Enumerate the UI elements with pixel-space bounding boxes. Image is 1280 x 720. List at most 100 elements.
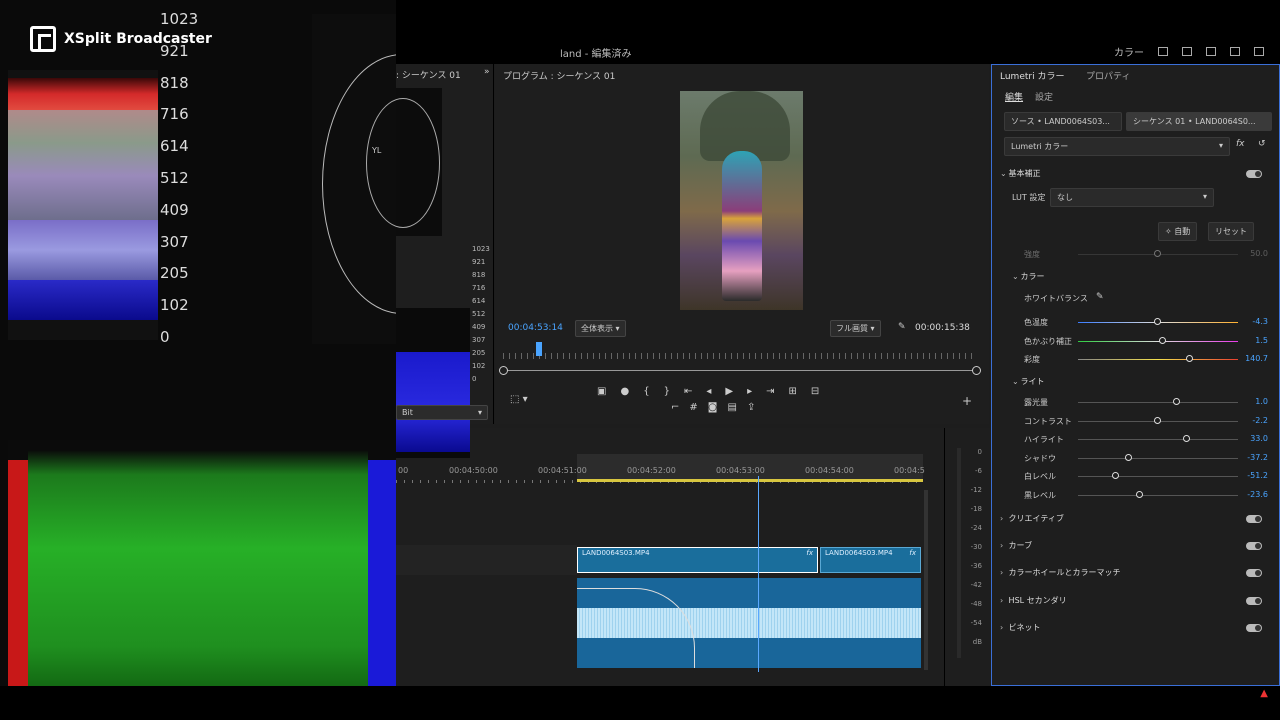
source-button[interactable]: ソース • LAND0064S03...	[1004, 112, 1122, 131]
marker-icon[interactable]: ●	[620, 386, 629, 397]
slider-row[interactable]: 黒レベル -23.6	[1024, 488, 1274, 502]
zoom-select[interactable]: 全体表示 ▾	[575, 320, 626, 337]
slider-knob[interactable]	[1158, 336, 1166, 344]
slider-knob[interactable]	[1125, 453, 1133, 461]
zoom-end-handle[interactable]	[972, 366, 981, 375]
slider-row[interactable]: 色かぶり補正 1.5	[1024, 334, 1274, 348]
slider-value[interactable]: 50.0	[1250, 249, 1268, 258]
basic-toggle[interactable]	[1246, 170, 1262, 178]
slider-row[interactable]: 彩度 140.7	[1024, 352, 1274, 366]
timeline-scrollbar[interactable]	[924, 490, 928, 670]
tab-properties[interactable]: プロパティ	[1086, 69, 1130, 82]
mark-out-icon[interactable]: }	[664, 386, 670, 397]
export-icon[interactable]: ⇪	[747, 402, 755, 413]
section-toggle[interactable]	[1246, 596, 1262, 605]
add-button-icon[interactable]: +	[962, 394, 972, 408]
camera-icon[interactable]: ◙	[708, 402, 718, 413]
slider-value[interactable]: 140.7	[1245, 354, 1268, 363]
slider-value[interactable]: -37.2	[1247, 453, 1268, 462]
section-basic[interactable]: ⌄ 基本補正	[1000, 168, 1270, 182]
slider-row[interactable]: 白レベル -51.2	[1024, 469, 1274, 483]
monitor-zoom-bar[interactable]	[499, 366, 981, 378]
intensity-slider[interactable]: 強度 50.0	[1024, 247, 1274, 261]
wrench-icon[interactable]: ✎	[898, 322, 906, 332]
slider-row[interactable]: シャドウ -37.2	[1024, 451, 1274, 465]
slider-value[interactable]: -2.2	[1252, 416, 1268, 425]
overwrite-icon[interactable]: ⊟	[811, 386, 819, 397]
menu-icon[interactable]	[1206, 47, 1216, 56]
go-to-in-icon[interactable]: ⇤	[684, 386, 692, 397]
audio-clip[interactable]	[577, 578, 921, 668]
grid-icon[interactable]: #	[689, 402, 697, 413]
slider-row[interactable]: 色温度 -4.3	[1024, 315, 1274, 329]
compare-icon[interactable]: ▤	[727, 402, 736, 413]
export-frame-icon[interactable]: ▣	[597, 386, 606, 397]
expand-icon[interactable]	[1254, 47, 1264, 56]
fade-curve[interactable]	[577, 588, 695, 668]
safe-margin-icon[interactable]: ⬚ ▾	[510, 394, 528, 405]
section-color[interactable]: ⌄ カラー	[1012, 271, 1280, 285]
fx-icon[interactable]: fx	[1236, 139, 1245, 149]
slider-track[interactable]	[1078, 359, 1238, 361]
share-icon[interactable]	[1182, 47, 1192, 56]
slider-row[interactable]: ハイライト 33.0	[1024, 432, 1274, 446]
slider-track[interactable]	[1078, 495, 1238, 496]
tab-edit[interactable]: 編集	[1005, 90, 1023, 103]
timeline-playhead[interactable]	[758, 476, 759, 672]
auto-button[interactable]: ✧ 自動	[1158, 222, 1198, 241]
workspace-color-label[interactable]: カラー	[1114, 44, 1144, 59]
play-icon[interactable]: ▶	[725, 386, 733, 397]
slider-row[interactable]: コントラスト -2.2	[1024, 414, 1274, 428]
slider-value[interactable]: 1.5	[1255, 336, 1268, 345]
section-collapsed[interactable]: › カーブ	[1000, 540, 1270, 554]
sequence-button[interactable]: シーケンス 01 • LAND0064S0...	[1126, 112, 1272, 131]
panel-layout-icon[interactable]	[1158, 47, 1168, 56]
tab-lumetri[interactable]: Lumetri カラー	[1000, 69, 1064, 82]
bit-depth-select[interactable]: Bit ▾	[396, 405, 488, 420]
section-collapsed[interactable]: › HSL セカンダリ	[1000, 595, 1270, 609]
monitor-ruler[interactable]	[503, 353, 977, 359]
zoom-start-handle[interactable]	[499, 366, 508, 375]
video-clip[interactable]: LAND0064S03.MP4 fx	[820, 547, 921, 573]
step-forward-icon[interactable]: ▸	[747, 386, 752, 397]
slider-knob[interactable]	[1154, 416, 1161, 424]
slider-value[interactable]: -23.6	[1247, 490, 1268, 499]
slider-knob[interactable]	[1186, 355, 1193, 363]
slider-value[interactable]: -51.2	[1247, 471, 1268, 480]
slider-knob[interactable]	[1154, 318, 1161, 325]
warning-icon[interactable]: ▲	[1260, 688, 1268, 699]
monitor-playhead[interactable]	[536, 342, 542, 356]
effect-select[interactable]: Lumetri カラー ▾	[1004, 137, 1230, 156]
slider-value[interactable]: 33.0	[1250, 434, 1268, 443]
insert-icon[interactable]: ⊞	[788, 386, 796, 397]
section-collapsed[interactable]: › クリエイティブ	[1000, 513, 1270, 527]
panel-overflow-icon[interactable]: »	[484, 67, 490, 77]
section-light[interactable]: ⌄ ライト	[1012, 376, 1280, 390]
slider-knob[interactable]	[1112, 472, 1120, 480]
slider-track[interactable]	[1078, 340, 1238, 342]
slider-value[interactable]: -4.3	[1252, 317, 1268, 326]
slider-value[interactable]: 1.0	[1255, 397, 1268, 406]
mark-in-icon[interactable]: {	[643, 386, 649, 397]
slider-track[interactable]	[1078, 457, 1238, 459]
reset-effect-icon[interactable]: ↺	[1258, 139, 1266, 149]
quality-select[interactable]: フル画質 ▾	[830, 320, 881, 337]
tab-settings[interactable]: 設定	[1035, 90, 1053, 103]
slider-knob[interactable]	[1182, 435, 1190, 443]
slider-knob[interactable]	[1136, 491, 1144, 498]
source-panel-title[interactable]: : シーケンス 01	[396, 68, 461, 81]
slider-row[interactable]: 露光量 1.0	[1024, 395, 1274, 409]
playhead-timecode[interactable]: 00:04:53:14	[508, 323, 563, 333]
section-toggle[interactable]	[1246, 542, 1262, 551]
lut-select[interactable]: なし ▾	[1050, 188, 1214, 207]
section-toggle[interactable]	[1246, 623, 1262, 632]
video-track-header[interactable]	[396, 545, 577, 575]
step-back-icon[interactable]: ◂	[706, 386, 711, 397]
video-clip[interactable]: LAND0064S03.MP4 fx	[577, 547, 818, 573]
slider-knob[interactable]	[1154, 250, 1161, 257]
lift-icon[interactable]: ⌐	[671, 402, 679, 413]
section-toggle[interactable]	[1246, 515, 1262, 523]
slider-track[interactable]	[1078, 439, 1238, 441]
slider-track[interactable]	[1078, 476, 1238, 478]
slider-knob[interactable]	[1173, 398, 1181, 405]
